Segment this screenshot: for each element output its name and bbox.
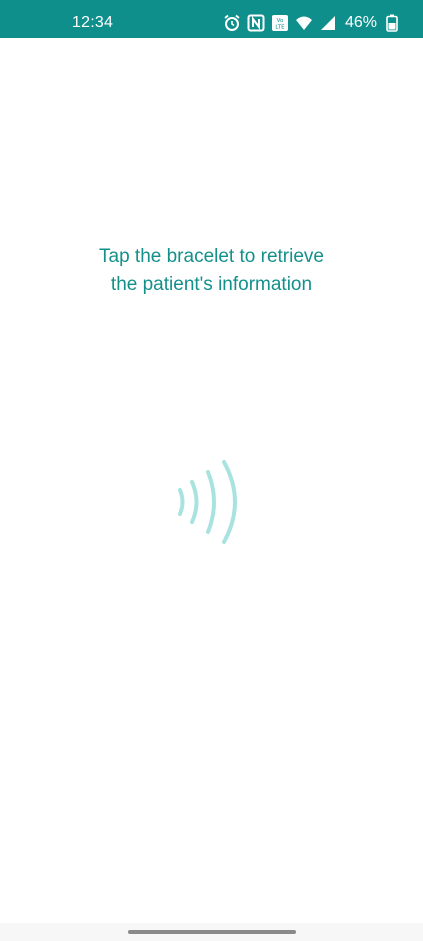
signal-icon: [319, 14, 337, 32]
volte-icon: Vo LTE: [271, 14, 289, 32]
prompt-line-1: Tap the bracelet to retrieve: [99, 246, 324, 267]
status-bar: 12:34 Vo LTE 46%: [0, 0, 423, 38]
prompt-line-2: the patient's information: [110, 274, 313, 295]
contactless-waves-icon: [172, 458, 244, 550]
battery-icon: [383, 14, 401, 32]
home-gesture-bar[interactable]: [128, 930, 296, 934]
wifi-icon: [295, 14, 313, 32]
main-content: Tap the bracelet to retrieve the patient…: [0, 38, 423, 923]
tap-bracelet-prompt: Tap the bracelet to retrieve the patient…: [0, 243, 423, 299]
svg-text:LTE: LTE: [275, 25, 285, 31]
svg-text:Vo: Vo: [277, 18, 284, 24]
nfc-icon: [247, 14, 265, 32]
navigation-bar: [0, 923, 423, 941]
status-icons: Vo LTE 46%: [223, 12, 401, 34]
status-time: 12:34: [72, 14, 114, 31]
alarm-icon: [223, 14, 241, 32]
battery-percentage: 46%: [344, 14, 377, 31]
